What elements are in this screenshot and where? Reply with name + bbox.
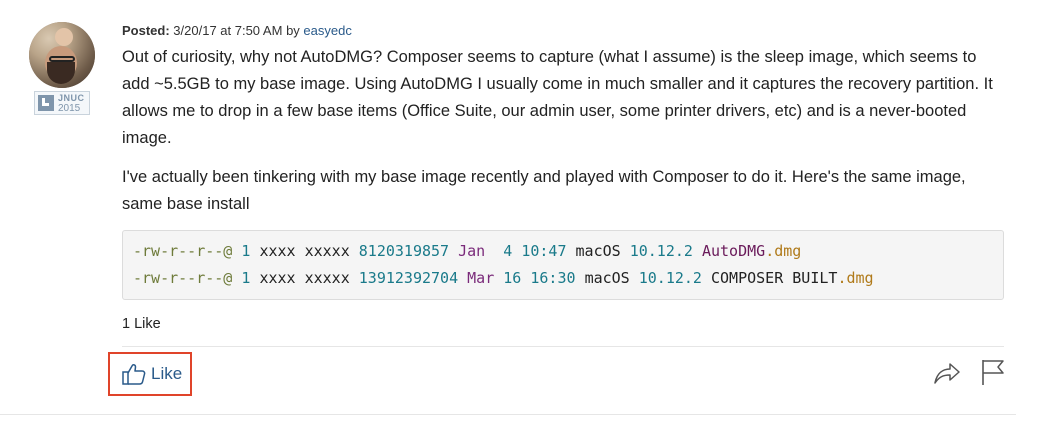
like-button-label: Like [151, 364, 183, 383]
author-link[interactable]: easyedc [303, 23, 351, 38]
code-line: -rw-r--r--@ 1 xxxx xxxxx 13912392704 Mar… [133, 269, 874, 287]
code-block: -rw-r--r--@ 1 xxxx xxxxx 8120319857 Jan … [122, 230, 1004, 300]
like-button[interactable]: Like [108, 352, 192, 396]
posted-label: Posted: [122, 23, 170, 38]
code-line: -rw-r--r--@ 1 xxxx xxxxx 8120319857 Jan … [133, 242, 802, 260]
thumbs-up-icon [122, 364, 146, 385]
post-paragraph-2: I've actually been tinkering with my bas… [122, 168, 966, 213]
jnuc-badge: JNUC 2015 [34, 91, 90, 115]
by-label: by [286, 23, 300, 38]
divider [122, 346, 1004, 347]
share-icon[interactable] [933, 360, 961, 386]
flag-icon[interactable] [980, 358, 1006, 386]
author-avatar[interactable] [29, 22, 95, 88]
posted-datetime: 3/20/17 at 7:50 AM [173, 23, 283, 38]
badge-line1: JNUC [58, 93, 85, 103]
likes-count[interactable]: 1 Like [122, 316, 161, 332]
divider [0, 414, 1016, 415]
badge-line2: 2015 [58, 103, 81, 114]
jnuc-logo-icon [38, 95, 54, 111]
post-paragraph-1: Out of curiosity, why not AutoDMG? Compo… [122, 48, 993, 147]
post-meta: Posted: 3/20/17 at 7:50 AM by easyedc [122, 23, 352, 38]
